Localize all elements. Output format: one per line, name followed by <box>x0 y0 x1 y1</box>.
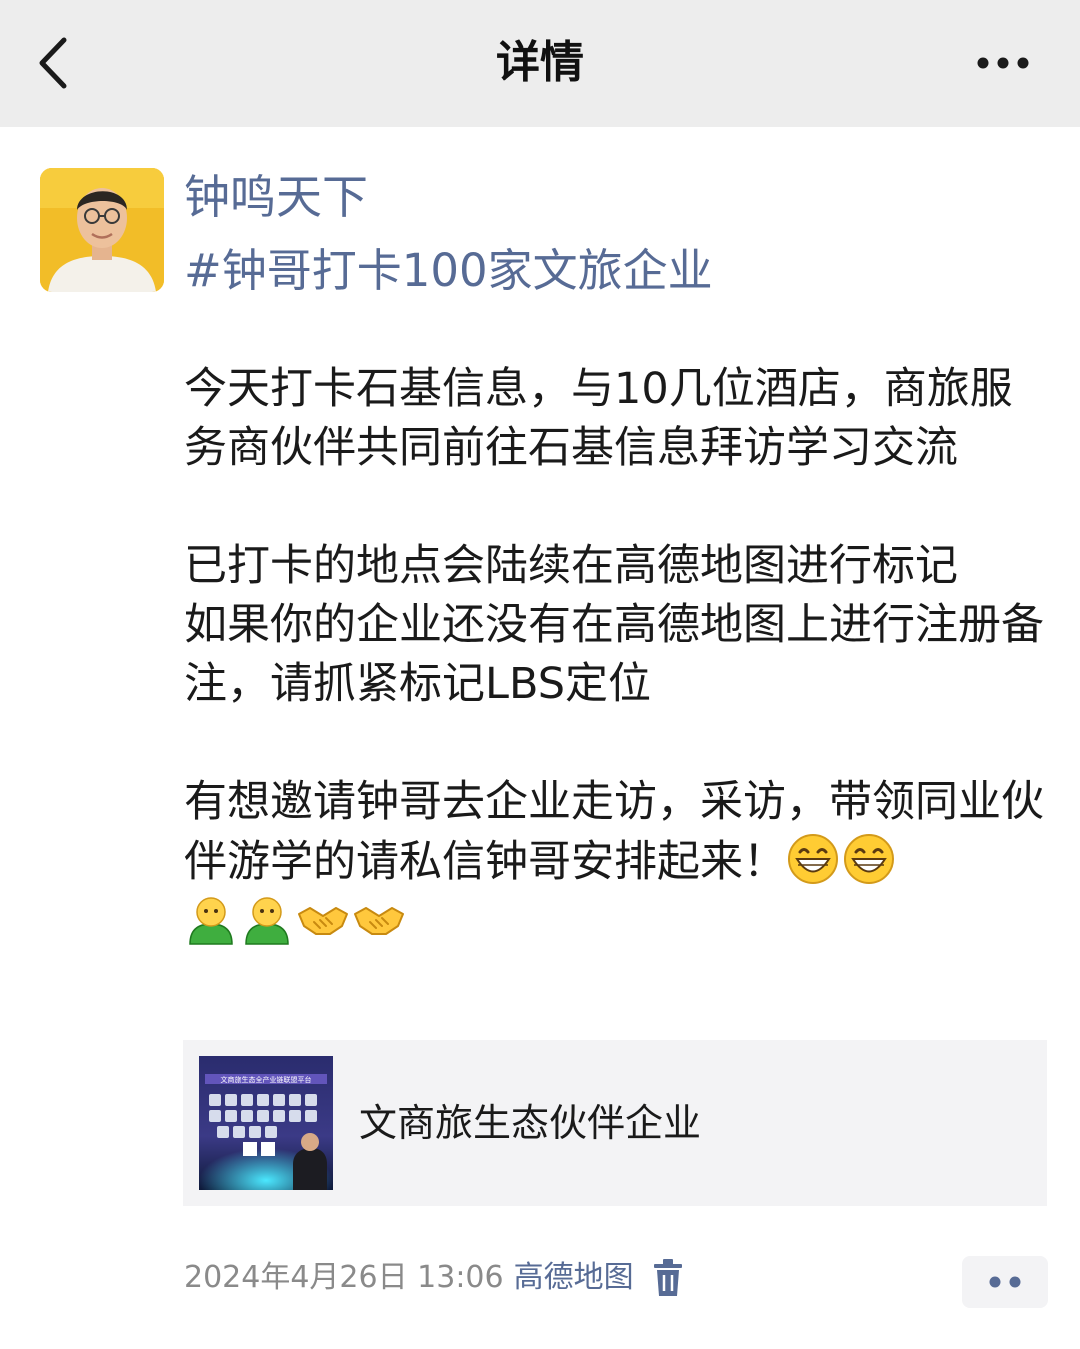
author-name[interactable]: 钟鸣天下 <box>184 166 368 228</box>
shared-link-card[interactable]: 文商旅生态全产业链联盟平台 文商旅生态伙伴企业 <box>183 1040 1047 1206</box>
two-dots-icon <box>989 1276 1021 1288</box>
thumbnail-title-text: 文商旅生态全产业链联盟平台 <box>221 1075 312 1084</box>
more-dots-icon <box>977 57 1029 69</box>
more-options-button[interactable] <box>968 40 1038 86</box>
post-body: 今天打卡石基信息，与10几位酒店，商旅服务商伙伴共同前往石基信息拜访学习交流 已… <box>184 360 1046 952</box>
post-meta: 2024年4月26日 13:06 高德地图 <box>184 1255 634 1301</box>
navigation-bar: 详情 <box>0 0 1080 127</box>
delete-button[interactable] <box>650 1258 686 1298</box>
post-paragraph-3-text: 有想邀请钟哥去企业走访，采访，带领同业伙伴游学的请私信钟哥安排起来！ <box>184 777 1044 887</box>
post-paragraph-3: 有想邀请钟哥去企业走访，采访，带领同业伙伴游学的请私信钟哥安排起来！ <box>184 773 1046 952</box>
link-title: 文商旅生态伙伴企业 <box>359 1101 702 1145</box>
person-emoji <box>245 897 289 945</box>
emoji-row-inline <box>786 834 898 887</box>
grin-emoji <box>788 834 838 884</box>
post-paragraph-1: 今天打卡石基信息，与10几位酒店，商旅服务商伙伴共同前往石基信息拜访学习交流 <box>184 364 1013 473</box>
post-timestamp: 2024年4月26日 13:06 <box>184 1260 504 1295</box>
chevron-left-icon <box>39 37 67 89</box>
link-thumbnail-image: 文商旅生态全产业链联盟平台 <box>199 1056 333 1190</box>
location-link[interactable]: 高德地图 <box>514 1260 634 1295</box>
trash-icon <box>654 1259 682 1296</box>
handshake-emoji <box>298 907 348 935</box>
hashtag-link[interactable]: #钟哥打卡100家文旅企业 <box>184 240 713 302</box>
handshake-emoji <box>354 907 404 935</box>
avatar-portrait-image <box>40 168 164 292</box>
person-emoji <box>189 897 233 945</box>
post-paragraph-2: 已打卡的地点会陆续在高德地图进行标记 如果你的企业还没有在高德地图上进行注册备注… <box>184 541 1044 709</box>
avatar[interactable] <box>40 168 164 292</box>
page-title: 详情 <box>496 37 584 88</box>
back-button[interactable] <box>30 30 80 96</box>
emoji-row <box>184 897 408 947</box>
comment-like-menu-button[interactable] <box>962 1256 1048 1308</box>
grin-emoji <box>844 834 894 884</box>
